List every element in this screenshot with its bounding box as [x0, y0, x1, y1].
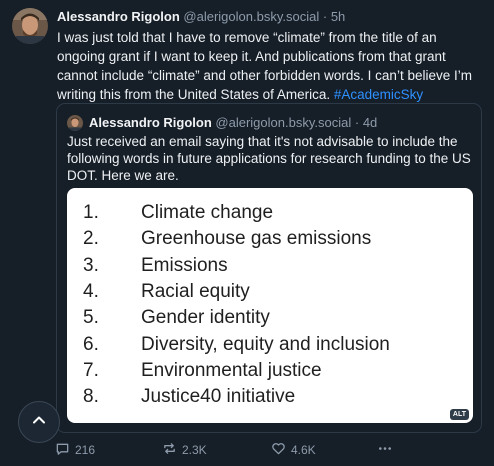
list-text: Emissions: [141, 254, 228, 276]
quoted-post[interactable]: Alessandro Rigolon @alerigolon.bsky.soci…: [56, 103, 482, 433]
list-item: 4. Racial equity: [83, 279, 390, 305]
list-item: 5. Gender identity: [83, 305, 390, 331]
repost-arrows-icon: [162, 441, 177, 459]
quoted-author-name[interactable]: Alessandro Rigolon: [89, 115, 212, 130]
list-number: 4.: [83, 281, 99, 303]
alt-text-badge[interactable]: ALT: [449, 409, 469, 420]
list-text: Racial equity: [141, 281, 250, 303]
author-name[interactable]: Alessandro Rigolon: [57, 9, 180, 24]
list-item: 7. Environmental justice: [83, 358, 390, 384]
speech-bubble-icon: [55, 441, 70, 459]
list-text: Greenhouse gas emissions: [141, 228, 372, 250]
list-item: 8. Justice40 initiative: [83, 384, 390, 410]
post-actions: 216 2.3K 4.6K: [55, 441, 485, 459]
reply-button[interactable]: 216: [55, 441, 95, 459]
heart-icon: [271, 441, 286, 459]
forbidden-words-list: 1. Climate change 2. Greenhouse gas emissi…: [83, 200, 390, 410]
list-text: Diversity, equity and inclusion: [141, 333, 390, 355]
quoted-post-text: Just received an email saying that it's …: [67, 134, 471, 183]
list-item: 1. Climate change: [83, 200, 390, 226]
quoted-author-handle[interactable]: @alerigolon.bsky.social: [215, 115, 351, 130]
quoted-post-time[interactable]: 4d: [363, 115, 377, 130]
list-number: 1.: [83, 202, 99, 224]
repost-button[interactable]: 2.3K: [162, 441, 207, 459]
reply-count: 216: [75, 443, 96, 457]
scroll-to-top-button[interactable]: [18, 401, 60, 443]
more-options-button[interactable]: [377, 441, 393, 459]
list-item: 3. Emissions: [83, 253, 390, 279]
quoted-post-header: Alessandro Rigolon @alerigolon.bsky.soci…: [89, 115, 377, 130]
list-number: 5.: [83, 307, 99, 329]
like-count: 4.6K: [291, 443, 316, 457]
ellipsis-icon: [377, 441, 393, 459]
list-text: Climate change: [141, 202, 274, 224]
list-text: Environmental justice: [141, 359, 322, 381]
hashtag-link[interactable]: #AcademicSky: [334, 87, 423, 102]
quoted-author-avatar[interactable]: [67, 115, 83, 131]
list-item: 6. Diversity, equity and inclusion: [83, 331, 390, 357]
list-number: 7.: [83, 359, 99, 381]
repost-count: 2.3K: [182, 443, 207, 457]
list-number: 2.: [83, 228, 99, 250]
post-time[interactable]: 5h: [331, 9, 345, 24]
list-text: Gender identity: [141, 307, 270, 329]
list-text: Justice40 initiative: [141, 386, 296, 408]
author-avatar[interactable]: [12, 8, 48, 44]
meta-separator: ·: [322, 9, 328, 24]
list-item: 2. Greenhouse gas emissions: [83, 226, 390, 252]
like-button[interactable]: 4.6K: [271, 441, 316, 459]
list-number: 3.: [83, 254, 99, 276]
chevron-up-icon: [31, 412, 47, 433]
post-header: Alessandro Rigolon @alerigolon.bsky.soci…: [57, 9, 487, 24]
quoted-post-image[interactable]: 1. Climate change 2. Greenhouse gas emissi…: [67, 188, 473, 423]
list-number: 6.: [83, 333, 99, 355]
quoted-meta-separator: ·: [354, 115, 360, 130]
list-number: 8.: [83, 386, 99, 408]
post-text: I was just told that I have to remove “c…: [57, 28, 485, 104]
author-handle[interactable]: @alerigolon.bsky.social: [183, 9, 319, 24]
